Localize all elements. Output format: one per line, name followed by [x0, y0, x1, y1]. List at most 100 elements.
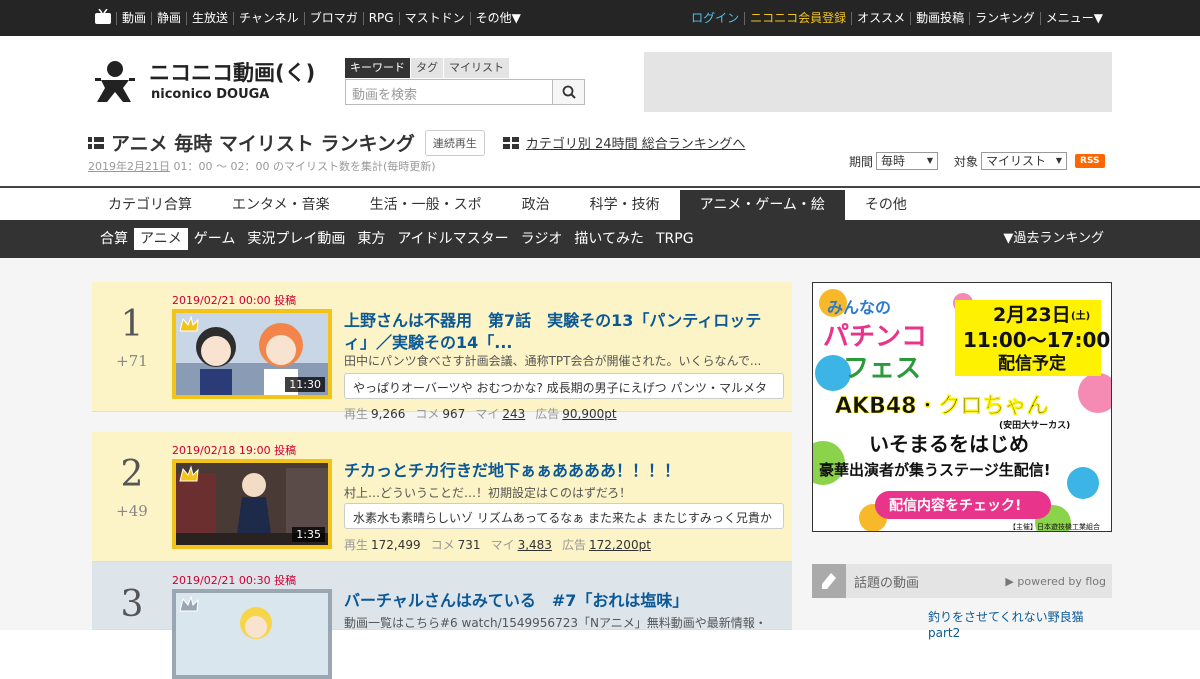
upload-date: 2019/02/21 00:00 投稿: [172, 294, 297, 307]
search-tab-keyword[interactable]: キーワード: [345, 58, 410, 78]
powered-by-flog[interactable]: ▶ powered by flog: [1005, 575, 1106, 588]
rank-number: 2: [120, 454, 144, 495]
subtab-game[interactable]: ゲーム: [188, 228, 242, 250]
views-count: 172,499: [371, 538, 421, 552]
mylists-label: マイ: [475, 407, 500, 421]
ranking-link[interactable]: ランキング: [969, 11, 1040, 25]
subtab-idolmaster[interactable]: アイドルマスター: [391, 228, 514, 250]
trending-item[interactable]: 釣りをさせてくれない野良猫part2: [928, 609, 1108, 641]
rank-diff: +71: [116, 352, 148, 370]
global-nav-right: ログイン ニコニコ会員登録 オススメ 動画投稿 ランキング メニュー▼: [686, 0, 1108, 36]
trending-label: 話題の動画: [854, 575, 920, 591]
tab-science-tech[interactable]: 科学・技術: [570, 190, 680, 220]
ads-label: 広告: [535, 407, 560, 421]
subcategory-tabs: 合算 アニメ ゲーム 実況プレイ動画 東方 アイドルマスター ラジオ 描いてみた…: [0, 220, 1200, 258]
category-grid-icon: [502, 136, 519, 149]
video-thumbnail[interactable]: [172, 589, 332, 679]
comments-label: コメ: [415, 407, 440, 421]
tab-life-general-sports[interactable]: 生活・一般・スポ: [350, 190, 502, 220]
search-area: キーワード タグ マイリスト 動画を検索: [345, 58, 585, 105]
video-description: 田中にパンツ食べさす計画会議、通称TPT会合が開催された。いくらなんで...: [344, 354, 762, 368]
subtab-radio[interactable]: ラジオ: [515, 228, 569, 250]
search-button[interactable]: [553, 79, 585, 105]
video-title[interactable]: バーチャルさんはみている #7「おれは塩味」: [344, 590, 764, 612]
subtab-anime[interactable]: アニメ: [134, 228, 188, 250]
global-topbar: 動画 静画 生放送 チャンネル ブロマガ RPG マストドン その他▼ ログイン…: [0, 0, 1200, 36]
video-title[interactable]: チカっとチカ行きだ地下ぁぁああああ！！！！: [344, 460, 764, 482]
subtab-touhou[interactable]: 東方: [351, 228, 391, 250]
sidebar-ad-banner[interactable]: みんなの パチンコ フェス 2月23日 (土) 11:00〜17:00 配信予定…: [812, 282, 1112, 532]
login-link[interactable]: ログイン: [686, 11, 744, 25]
niconico-logo[interactable]: ニコニコ動画(く) niconico DOUGA: [93, 58, 333, 107]
category-ranking-link[interactable]: カテゴリ別 24時間 総合ランキングへ: [502, 133, 745, 152]
nav-item-mastodon[interactable]: マストドン: [398, 11, 470, 25]
video-thumbnail[interactable]: 1:35: [172, 459, 332, 549]
nav-item-video[interactable]: 動画: [116, 11, 151, 25]
rss-button[interactable]: RSS: [1075, 154, 1105, 168]
upload-link[interactable]: 動画投稿: [910, 11, 969, 25]
logo-main-text: ニコニコ動画(く): [149, 61, 315, 85]
ad-time: 11:00〜17:00: [963, 328, 1110, 352]
views-label: 再生: [344, 407, 369, 421]
views-count: 9,266: [371, 407, 406, 421]
ads-label: 広告: [561, 538, 586, 552]
subtab-trpg[interactable]: TRPG: [650, 228, 700, 250]
pachinko-fes-ad: みんなの パチンコ フェス 2月23日 (土) 11:00〜17:00 配信予定…: [813, 283, 1111, 531]
header-ad-placeholder: [644, 52, 1112, 112]
ad-sponsor: 【主催】日本遊技機工業組合: [1009, 522, 1100, 531]
rank-badge-icon: [179, 315, 199, 332]
rank-badge-icon: [179, 595, 199, 612]
ads-points[interactable]: 90,900pt: [562, 407, 616, 421]
subtab-all[interactable]: 合算: [94, 228, 134, 250]
search-tab-mylist[interactable]: マイリスト: [444, 58, 509, 78]
video-stats: 再生 9,266 コメ 967 マイ 243 広告 90,900pt: [344, 405, 627, 422]
register-link[interactable]: ニコニコ会員登録: [744, 11, 851, 25]
ad-date: 2月23日: [993, 304, 1071, 326]
ad-line3: フェス: [843, 354, 921, 384]
target-select[interactable]: マイリスト: [981, 152, 1068, 170]
mylists-count[interactable]: 3,483: [518, 538, 552, 552]
ranking-filters: 期間 毎時 対象 マイリスト RSS: [849, 152, 1105, 170]
mylists-count[interactable]: 243: [502, 407, 525, 421]
tab-category-all[interactable]: カテゴリ合算: [88, 190, 212, 220]
subtab-drawing[interactable]: 描いてみた: [568, 228, 650, 250]
search-input[interactable]: 動画を検索: [345, 79, 553, 105]
ranking-grid-icon: [88, 136, 104, 149]
page-title-row: アニメ 毎時 マイリスト ランキング 連続再生 カテゴリ別 24時間 総合ランキ…: [88, 129, 745, 156]
ads-points[interactable]: 172,200pt: [589, 538, 651, 552]
video-stats: 再生 172,499 コメ 731 マイ 3,483 広告 172,200pt: [344, 536, 661, 553]
nav-item-blomaga[interactable]: ブロマガ: [303, 11, 363, 25]
upload-date: 2019/02/21 00:30 投稿: [172, 574, 297, 587]
tab-entertainment-music[interactable]: エンタメ・音楽: [212, 190, 350, 220]
nav-item-live[interactable]: 生放送: [186, 11, 233, 25]
video-thumbnail[interactable]: 11:30: [172, 309, 332, 399]
nav-item-rpg[interactable]: RPG: [362, 11, 399, 25]
nav-item-seiga[interactable]: 静画: [151, 11, 186, 25]
aggregation-period-text: 2019年2月21日 01：00 ～ 02：00 のマイリスト数を集計(毎時更新…: [88, 158, 436, 174]
ranking-date[interactable]: 2019年2月21日: [88, 160, 170, 173]
ranking-item: 1 +71 2019/02/21 00:00 投稿 11:30 上野さんは不器用…: [92, 282, 792, 421]
trending-videos-header: 話題の動画 ▶ powered by flog: [812, 564, 1112, 598]
subtab-lets-play[interactable]: 実況プレイ動画: [241, 228, 351, 250]
nav-item-other[interactable]: その他▼: [469, 11, 526, 25]
tab-politics[interactable]: 政治: [502, 190, 570, 220]
niconico-tv-icon[interactable]: [94, 9, 112, 25]
search-box: 動画を検索: [345, 79, 585, 105]
nav-item-channel[interactable]: チャンネル: [233, 11, 304, 25]
video-title[interactable]: 上野さんは不器用 第7話 実験その13「パンティロッティ」／実験その14「...: [344, 310, 764, 354]
tab-other[interactable]: その他: [845, 190, 927, 220]
search-tab-tag[interactable]: タグ: [411, 58, 443, 78]
latest-comments: やっぱりオーバーツや おむつかな? 成長期の男子にえげつ パンツ・マルメタ: [344, 373, 784, 399]
ad-status: 配信予定: [998, 353, 1066, 374]
continuous-play-button[interactable]: 連続再生: [424, 129, 485, 156]
video-description: 村上…どういうことだ…！初期設定はＣのはずだろ！: [344, 486, 632, 500]
recommend-link[interactable]: オススメ: [851, 11, 910, 25]
ad-day: (土): [1071, 309, 1090, 322]
past-ranking-toggle[interactable]: ▼過去ランキング: [1003, 220, 1104, 258]
comments-count: 967: [442, 407, 466, 421]
tab-anime-game-art[interactable]: アニメ・ゲーム・絵: [679, 190, 845, 220]
ad-sub: (安田大サーカス): [999, 419, 1070, 431]
menu-link[interactable]: メニュー▼: [1039, 11, 1108, 25]
period-select[interactable]: 毎時: [876, 152, 939, 170]
ranking-item: 2 +49 2019/02/18 19:00 投稿 1:35 チカっとチカ行きだ…: [92, 432, 792, 562]
